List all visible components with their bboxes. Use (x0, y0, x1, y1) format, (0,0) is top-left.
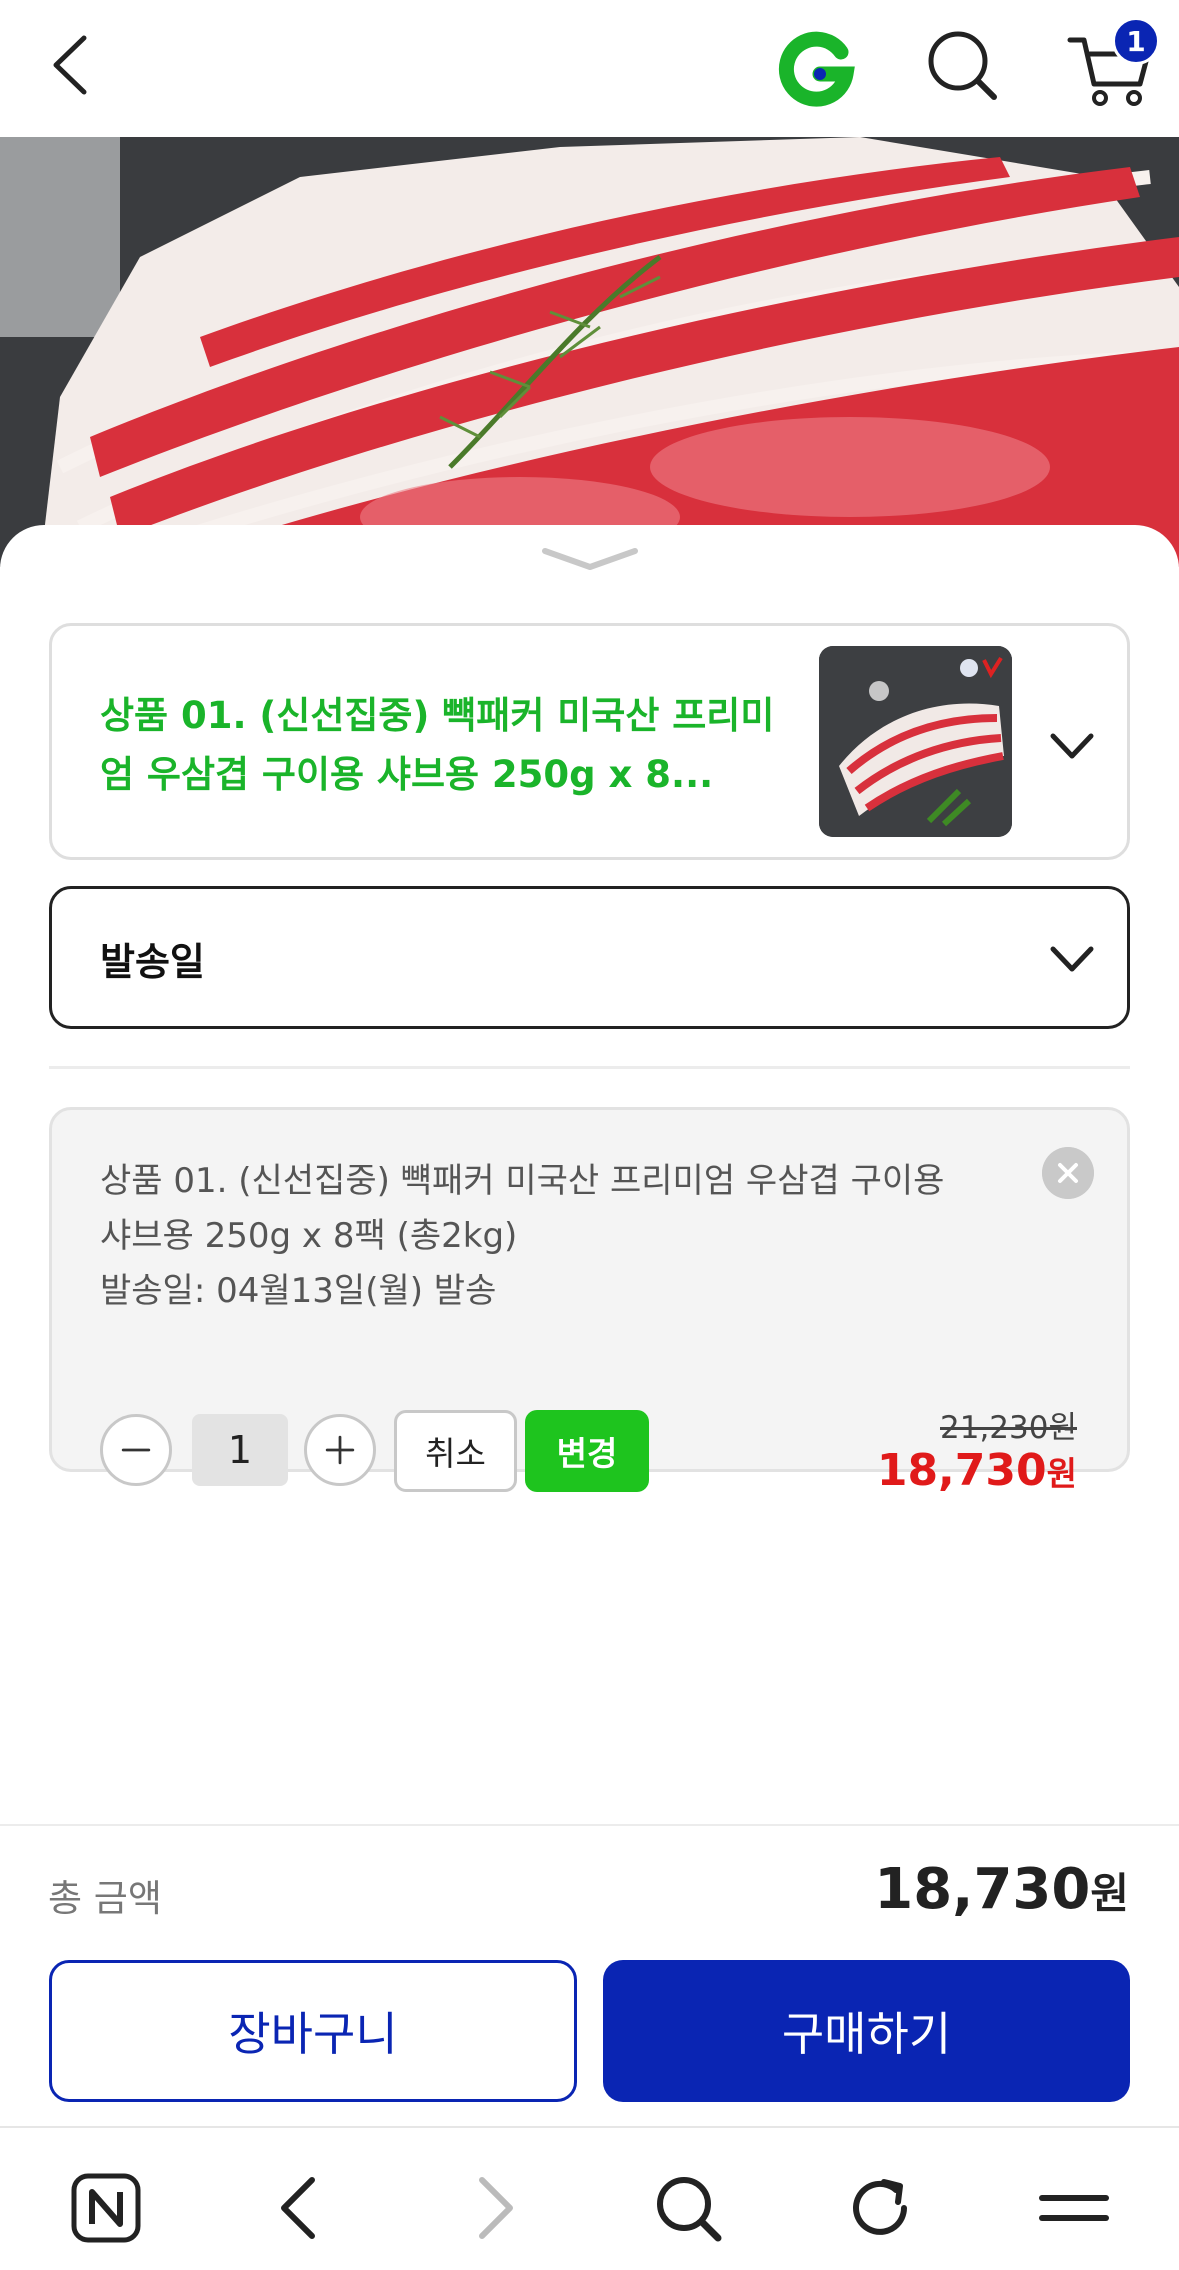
section-divider (49, 1066, 1130, 1069)
menu-icon[interactable] (1034, 2168, 1114, 2248)
remove-option-close-icon[interactable] (1042, 1147, 1094, 1199)
original-price: 21,230원 (940, 1410, 1077, 1446)
cancel-button[interactable]: 취소 (394, 1410, 517, 1492)
quantity-input[interactable]: 1 (192, 1414, 288, 1486)
cart-count-badge: 1 (1112, 17, 1160, 65)
total-label: 총 금액 (48, 1877, 162, 1920)
sale-price-unit: 원 (1046, 1454, 1077, 1493)
gmarket-logo-icon[interactable] (778, 30, 858, 110)
refresh-icon[interactable] (840, 2168, 920, 2248)
option-ship-date: 발송일: 04월13일(월) 발송 (100, 1271, 497, 1311)
ship-date-label: 발송일 (100, 940, 205, 984)
total-divider (0, 1824, 1179, 1826)
chevron-down-icon (1050, 733, 1094, 759)
option-bottom-sheet: 상품 01. (신선집중) 뺵패커 미국산 프리미엄 우삼겹 구이용 샤브용 2… (0, 525, 1179, 1825)
quantity-plus-button[interactable] (304, 1414, 376, 1486)
selected-product-name: 상품 01. (신선집중) 뺵패커 미국산 프리미엄 우삼겹 구이용 샤브용 2… (100, 694, 775, 796)
add-to-cart-button[interactable]: 장바구니 (49, 1960, 577, 2102)
sale-price: 18,730원 (877, 1445, 1077, 1496)
buy-now-button[interactable]: 구매하기 (603, 1960, 1130, 2102)
collapse-chevron-icon[interactable] (540, 545, 640, 575)
option-name-line1: 상품 01. (신선집중) 뺵패커 미국산 프리미엄 우삼겹 구이용 (100, 1161, 945, 1201)
option-name-line2: 샤브용 250g x 8팩 (총2kg) (100, 1216, 518, 1256)
total-amount-unit: 원 (1090, 1869, 1129, 1918)
total-amount-number: 18,730 (874, 1857, 1091, 1922)
option-description: 상품 01. (신선집중) 뺵패커 미국산 프리미엄 우삼겹 구이용 샤브용 2… (100, 1154, 1020, 1319)
product-thumbnail (819, 646, 1012, 837)
change-button[interactable]: 변경 (525, 1410, 649, 1492)
chevron-down-icon (1050, 946, 1094, 972)
top-app-bar: 1 (0, 0, 1179, 137)
browser-forward-icon[interactable] (454, 2168, 534, 2248)
product-hero-image (0, 137, 1179, 567)
quantity-minus-button[interactable] (100, 1414, 172, 1486)
sale-price-number: 18,730 (876, 1445, 1047, 1496)
browser-back-icon[interactable] (260, 2168, 340, 2248)
product-option-dropdown[interactable]: 상품 01. (신선집중) 뺵패커 미국산 프리미엄 우삼겹 구이용 샤브용 2… (49, 623, 1130, 860)
ship-date-dropdown[interactable]: 발송일 (49, 886, 1130, 1029)
search-icon[interactable] (922, 25, 1002, 105)
naver-home-icon[interactable] (66, 2168, 146, 2248)
selected-option-card: 상품 01. (신선집중) 뺵패커 미국산 프리미엄 우삼겹 구이용 샤브용 2… (49, 1107, 1130, 1496)
browser-toolbar (0, 2126, 1179, 2270)
total-amount: 18,730원 (874, 1857, 1129, 1922)
browser-search-icon[interactable] (648, 2168, 728, 2248)
back-arrow-icon[interactable] (40, 30, 110, 100)
